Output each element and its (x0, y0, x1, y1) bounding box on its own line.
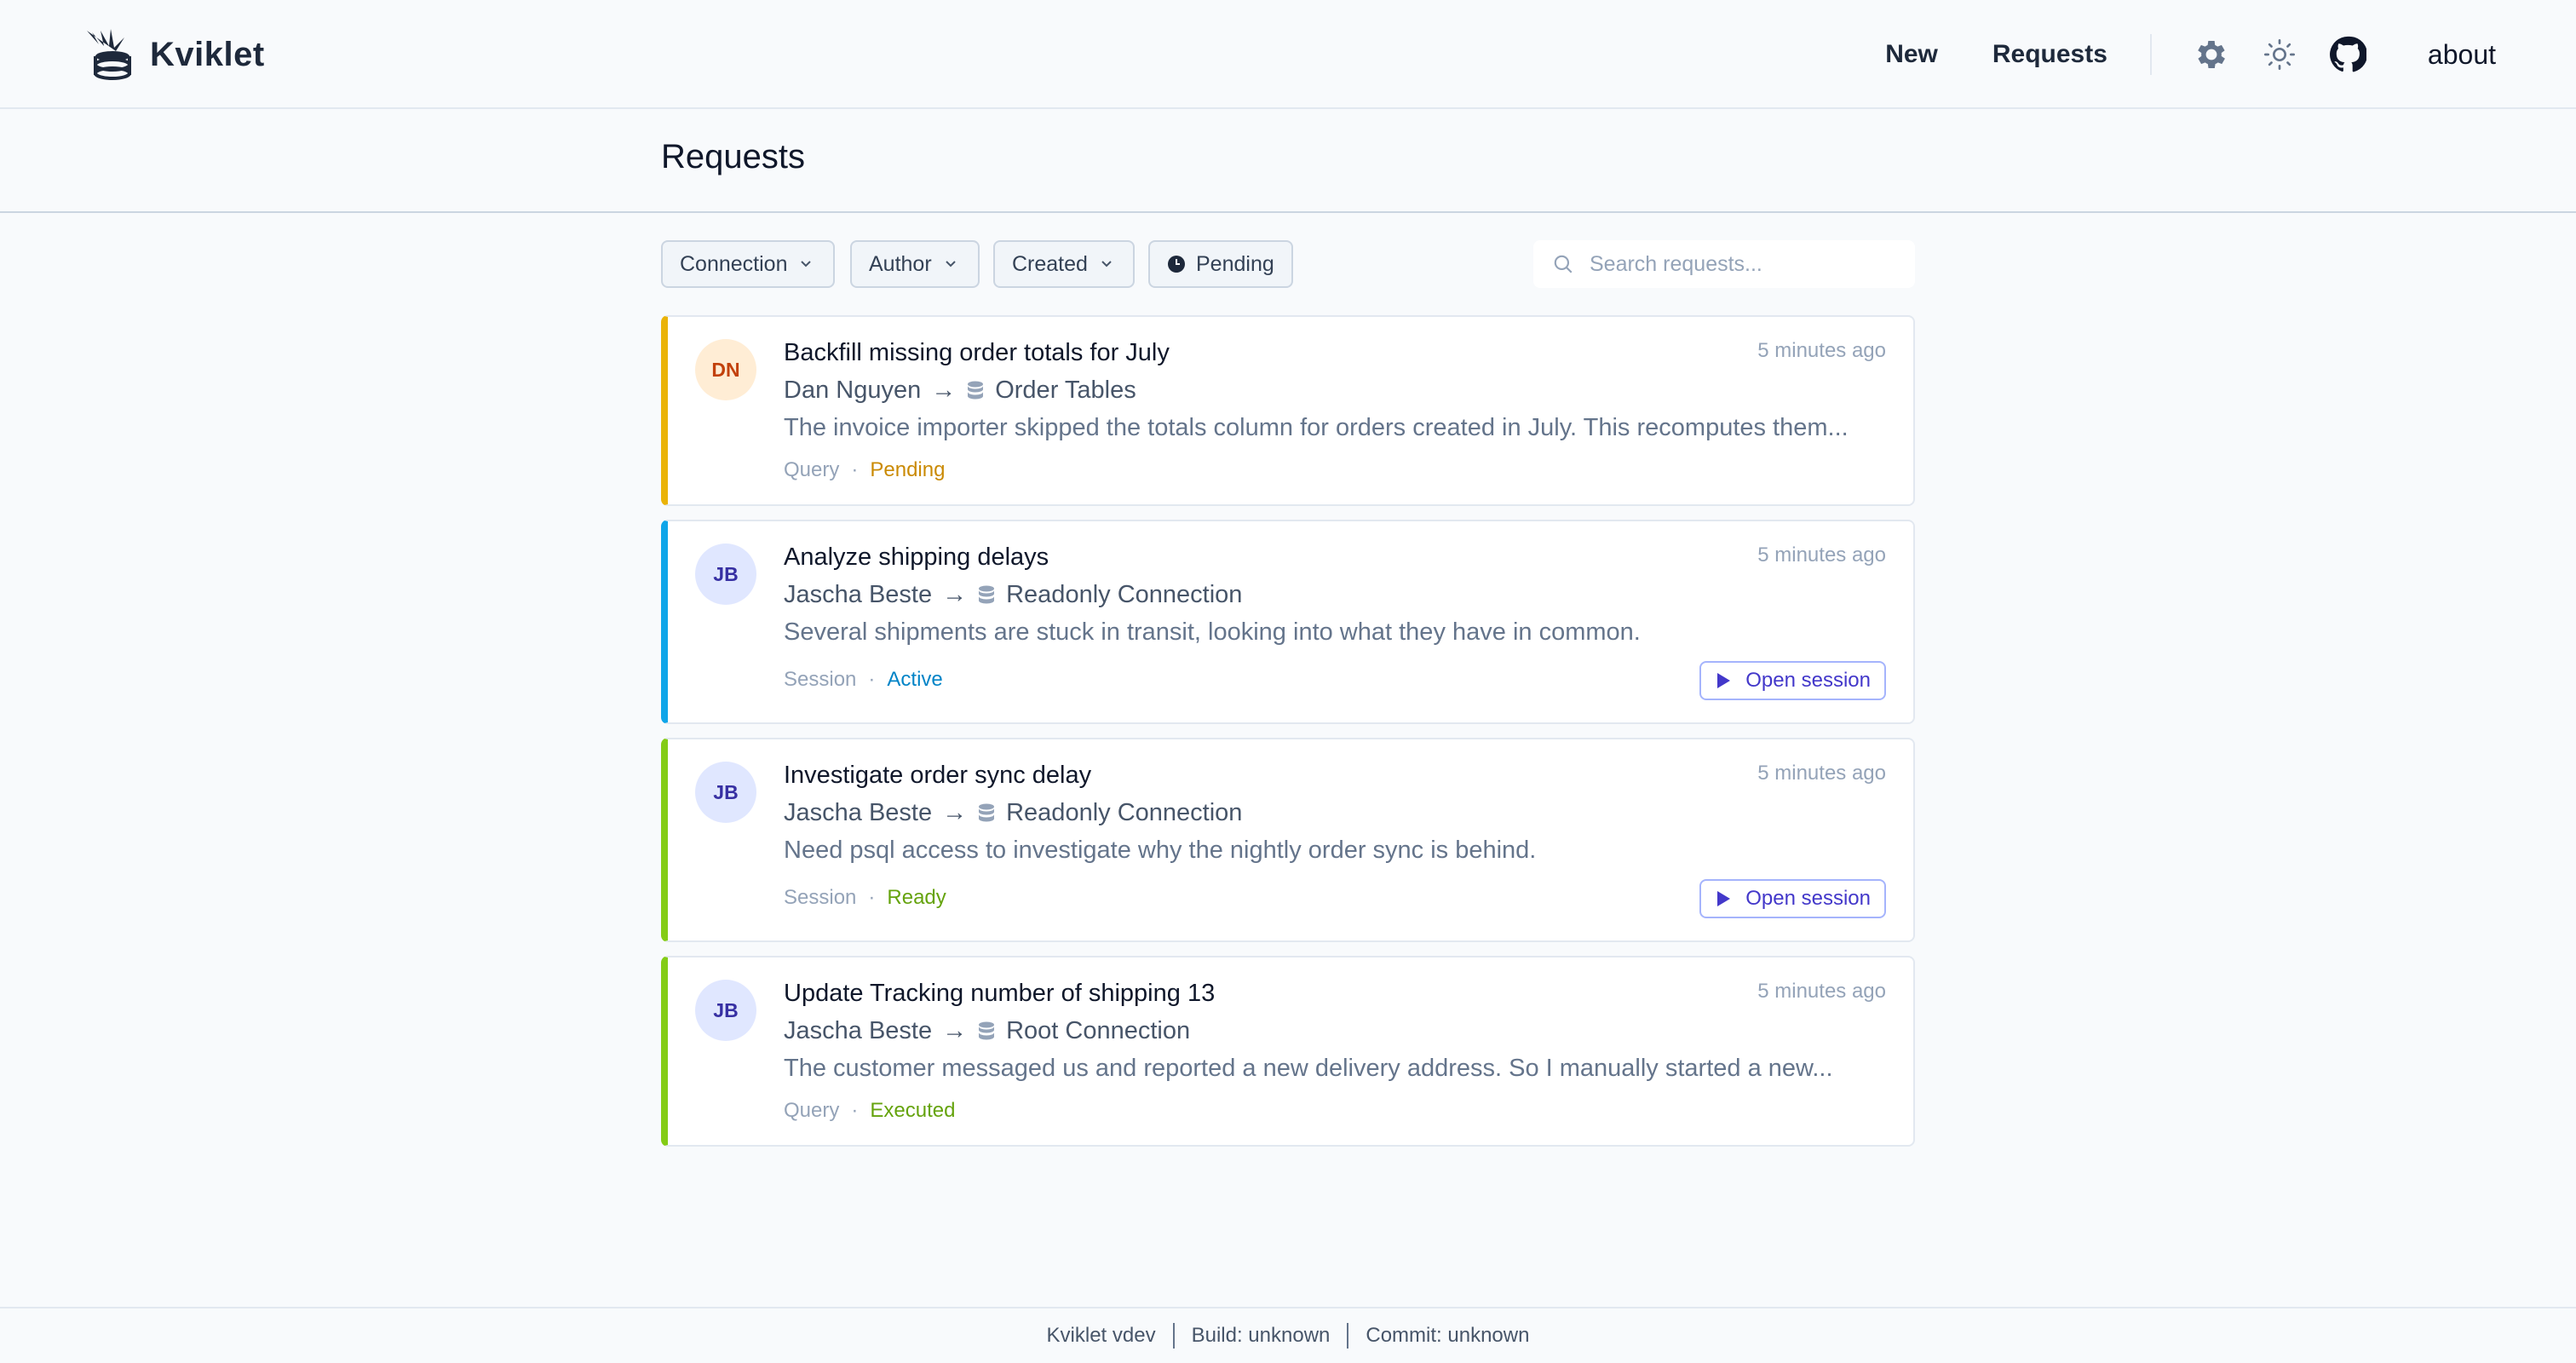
request-meta: Query · Pending (784, 458, 945, 482)
request-title[interactable]: Update Tracking number of shipping 13 (784, 980, 1215, 1008)
connection-filter-button[interactable]: Connection (661, 240, 835, 288)
request-timestamp: 5 minutes ago (1757, 762, 1886, 785)
footer-divider (1172, 1323, 1175, 1349)
author-avatar: JB (695, 543, 756, 605)
database-icon (968, 381, 984, 399)
app-name: Kviklet (150, 35, 265, 73)
request-description: The invoice importer skipped the totals … (784, 414, 1849, 441)
request-author: Dan Nguyen (784, 377, 922, 404)
nav-divider (2149, 34, 2152, 75)
meta-separator: · (851, 1099, 859, 1122)
request-author: Jascha Beste (784, 1017, 933, 1044)
request-connection: Readonly Connection (1006, 581, 1243, 608)
page-header: Requests (0, 109, 2576, 213)
page-title: Requests (661, 138, 805, 175)
footer-version: Kviklet vdev (1046, 1324, 1156, 1347)
nav-requests-link[interactable]: Requests (1992, 40, 2107, 69)
request-card-tracking-number[interactable]: JB Update Tracking number of shipping 13… (661, 956, 1915, 1147)
arrow-icon: → (931, 377, 957, 404)
nav-about-link[interactable]: about (2428, 39, 2496, 71)
pending-filter-toggle[interactable]: Pending (1148, 240, 1293, 288)
open-session-label: Open session (1745, 887, 1871, 910)
footer-divider (1347, 1323, 1349, 1349)
open-session-label: Open session (1745, 669, 1871, 692)
search-icon (1554, 255, 1573, 273)
request-timestamp: 5 minutes ago (1757, 980, 1886, 1003)
search-input[interactable] (1590, 251, 1896, 277)
main-nav: New Requests about (1885, 22, 2496, 87)
sun-icon[interactable] (2259, 34, 2300, 75)
request-author-connection: Dan Nguyen → Order Tables (784, 377, 1136, 405)
database-icon (979, 803, 995, 821)
request-type: Query (784, 458, 840, 481)
request-timestamp: 5 minutes ago (1757, 339, 1886, 362)
request-author-connection: Jascha Beste → Readonly Connection (784, 799, 1242, 827)
play-icon (1717, 891, 1731, 906)
created-filter-label: Created (1012, 251, 1088, 276)
request-author-connection: Jascha Beste → Readonly Connection (784, 581, 1242, 609)
request-meta: Session · Active (784, 668, 943, 692)
footer: Kviklet vdev Build: unknown Commit: unkn… (0, 1307, 2576, 1363)
request-type: Query (784, 1099, 840, 1122)
status-badge: Ready (887, 886, 946, 909)
request-title[interactable]: Analyze shipping delays (784, 543, 1049, 572)
footer-build: Build: unknown (1191, 1324, 1331, 1347)
author-avatar: DN (695, 339, 756, 400)
request-author: Jascha Beste (784, 799, 933, 826)
request-connection: Root Connection (1006, 1017, 1191, 1044)
github-icon[interactable] (2327, 34, 2368, 75)
connection-filter-label: Connection (680, 251, 788, 276)
status-badge: Executed (870, 1099, 956, 1122)
filter-bar: Connection Author Created Pending (661, 240, 1915, 288)
request-card-backfill[interactable]: DN Backfill missing order totals for Jul… (661, 315, 1915, 506)
open-session-button[interactable]: Open session (1699, 879, 1886, 918)
chevron-down-icon (945, 261, 956, 267)
request-description: The customer messaged us and reported a … (784, 1055, 1833, 1082)
nav-new-link[interactable]: New (1885, 40, 1938, 69)
footer-commit: Commit: unknown (1366, 1324, 1530, 1347)
arrow-icon: → (942, 1017, 968, 1044)
author-filter-button[interactable]: Author (850, 240, 980, 288)
author-filter-label: Author (869, 251, 932, 276)
request-connection: Readonly Connection (1006, 799, 1243, 826)
status-badge: Active (887, 668, 943, 691)
search-box (1533, 240, 1915, 288)
play-icon (1717, 673, 1731, 688)
request-card-order-sync[interactable]: JB Investigate order sync delay 5 minute… (661, 738, 1915, 942)
author-avatar: JB (695, 980, 756, 1041)
request-card-shipping-delays[interactable]: JB Analyze shipping delays 5 minutes ago… (661, 520, 1915, 724)
request-title[interactable]: Backfill missing order totals for July (784, 339, 1170, 367)
request-meta: Query · Executed (784, 1099, 955, 1123)
database-icon (979, 585, 995, 603)
chevron-down-icon (1101, 261, 1112, 267)
request-title[interactable]: Investigate order sync delay (784, 762, 1091, 790)
request-description: Several shipments are stuck in transit, … (784, 618, 1641, 646)
created-filter-button[interactable]: Created (993, 240, 1135, 288)
arrow-icon: → (942, 799, 968, 826)
meta-separator: · (868, 886, 876, 909)
request-type: Session (784, 668, 857, 691)
request-description: Need psql access to investigate why the … (784, 837, 1537, 864)
request-timestamp: 5 minutes ago (1757, 543, 1886, 566)
brand[interactable]: Kviklet (83, 24, 265, 85)
author-avatar: JB (695, 762, 756, 823)
open-session-button[interactable]: Open session (1699, 661, 1886, 700)
pending-filter-label: Pending (1196, 251, 1274, 276)
request-type: Session (784, 886, 857, 909)
request-meta: Session · Ready (784, 886, 946, 910)
request-author: Jascha Beste (784, 581, 933, 608)
top-navigation-bar: Kviklet New Requests about (0, 0, 2576, 109)
kviklet-logo-icon (87, 29, 131, 80)
request-author-connection: Jascha Beste → Root Connection (784, 1017, 1190, 1045)
database-icon (979, 1021, 995, 1039)
meta-separator: · (851, 458, 859, 481)
gear-icon[interactable] (2191, 34, 2232, 75)
meta-separator: · (868, 668, 876, 691)
clock-icon (1168, 256, 1185, 273)
arrow-icon: → (942, 581, 968, 608)
chevron-down-icon (801, 261, 812, 267)
status-badge: Pending (870, 458, 946, 481)
request-connection: Order Tables (995, 377, 1136, 404)
